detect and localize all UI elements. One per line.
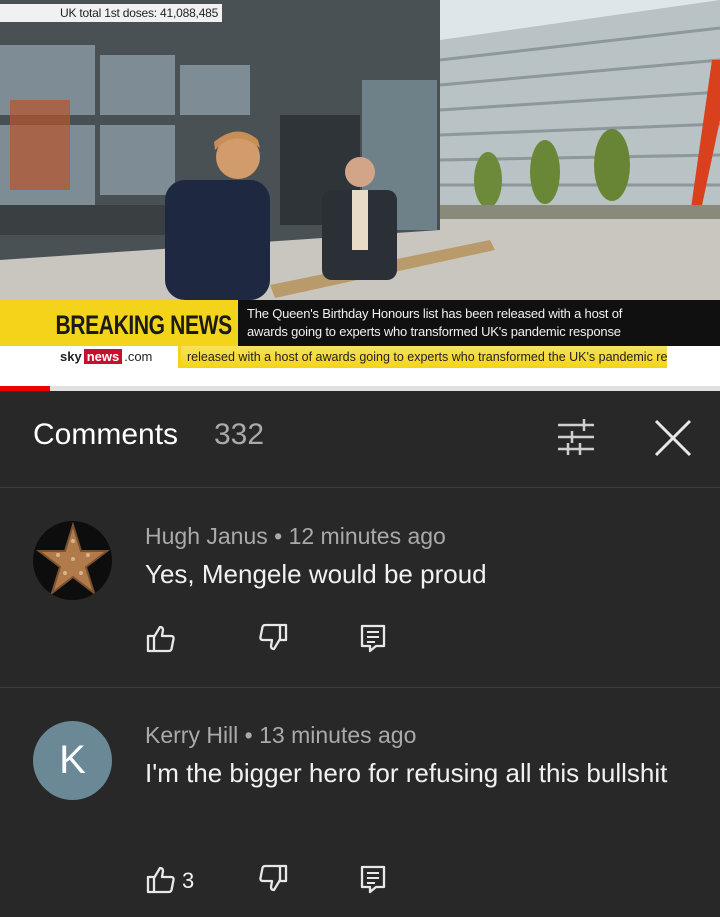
thumbs-down-icon [259,864,288,892]
like-button[interactable] [143,620,179,656]
logo-com: .com [124,349,153,364]
dislike-button[interactable] [255,861,291,897]
reply-button[interactable] [355,620,391,656]
dislike-button[interactable] [255,620,291,656]
video-player[interactable]: UK total 1st doses: 41,088,485 BREAKING … [0,0,720,391]
breaking-news-banner: BREAKING NEWS The Queen's Birthday Honou… [0,300,720,346]
sliders-icon [558,419,594,455]
headline-line-1: The Queen's Birthday Honours list has be… [247,306,623,321]
like-button[interactable] [143,861,179,897]
comments-header: Comments 332 [0,391,720,488]
comment-text: Yes, Mengele would be proud [145,559,487,589]
comment-meta: Kerry Hill • 13 minutes ago [145,722,417,748]
headline-box: The Queen's Birthday Honours list has be… [238,300,720,346]
logo-news: news [83,349,123,364]
headline-line-2: awards going to experts who transformed … [247,324,621,339]
thumbs-up-icon [146,866,175,894]
vaccine-stat-overlay: UK total 1st doses: 41,088,485 [0,4,223,22]
sort-filter-button[interactable] [548,413,604,463]
news-ticker: sky news .com released with a host of awar… [0,346,720,368]
close-button[interactable] [648,413,698,463]
starfish-avatar-icon [33,521,112,600]
avatar[interactable] [33,521,112,600]
comment-meta: Hugh Janus • 12 minutes ago [145,523,446,549]
close-icon [654,419,692,457]
logo-sky: sky [60,349,82,364]
like-count: 3 [182,868,195,893]
comment-text: I'm the bigger hero for refusing all thi… [145,758,668,788]
thumbs-down-icon [259,623,288,651]
comment-item: Hugh Janus • 12 minutes ago Yes, Mengele… [0,489,720,688]
reply-icon [360,624,386,653]
avatar[interactable]: K [33,721,112,800]
comments-count: 332 [214,418,265,451]
comment-item: K Kerry Hill • 13 minutes ago I'm the bi… [0,689,720,917]
reply-icon [360,865,386,894]
video-frame [0,0,720,300]
breaking-news-label: BREAKING NEWS [55,310,232,340]
thumbs-up-icon [146,625,175,653]
sky-news-logo: sky news .com [60,349,152,364]
comments-title: Comments [33,418,179,451]
ticker-text: released with a host of awards going to … [178,346,668,368]
reply-button[interactable] [355,861,391,897]
